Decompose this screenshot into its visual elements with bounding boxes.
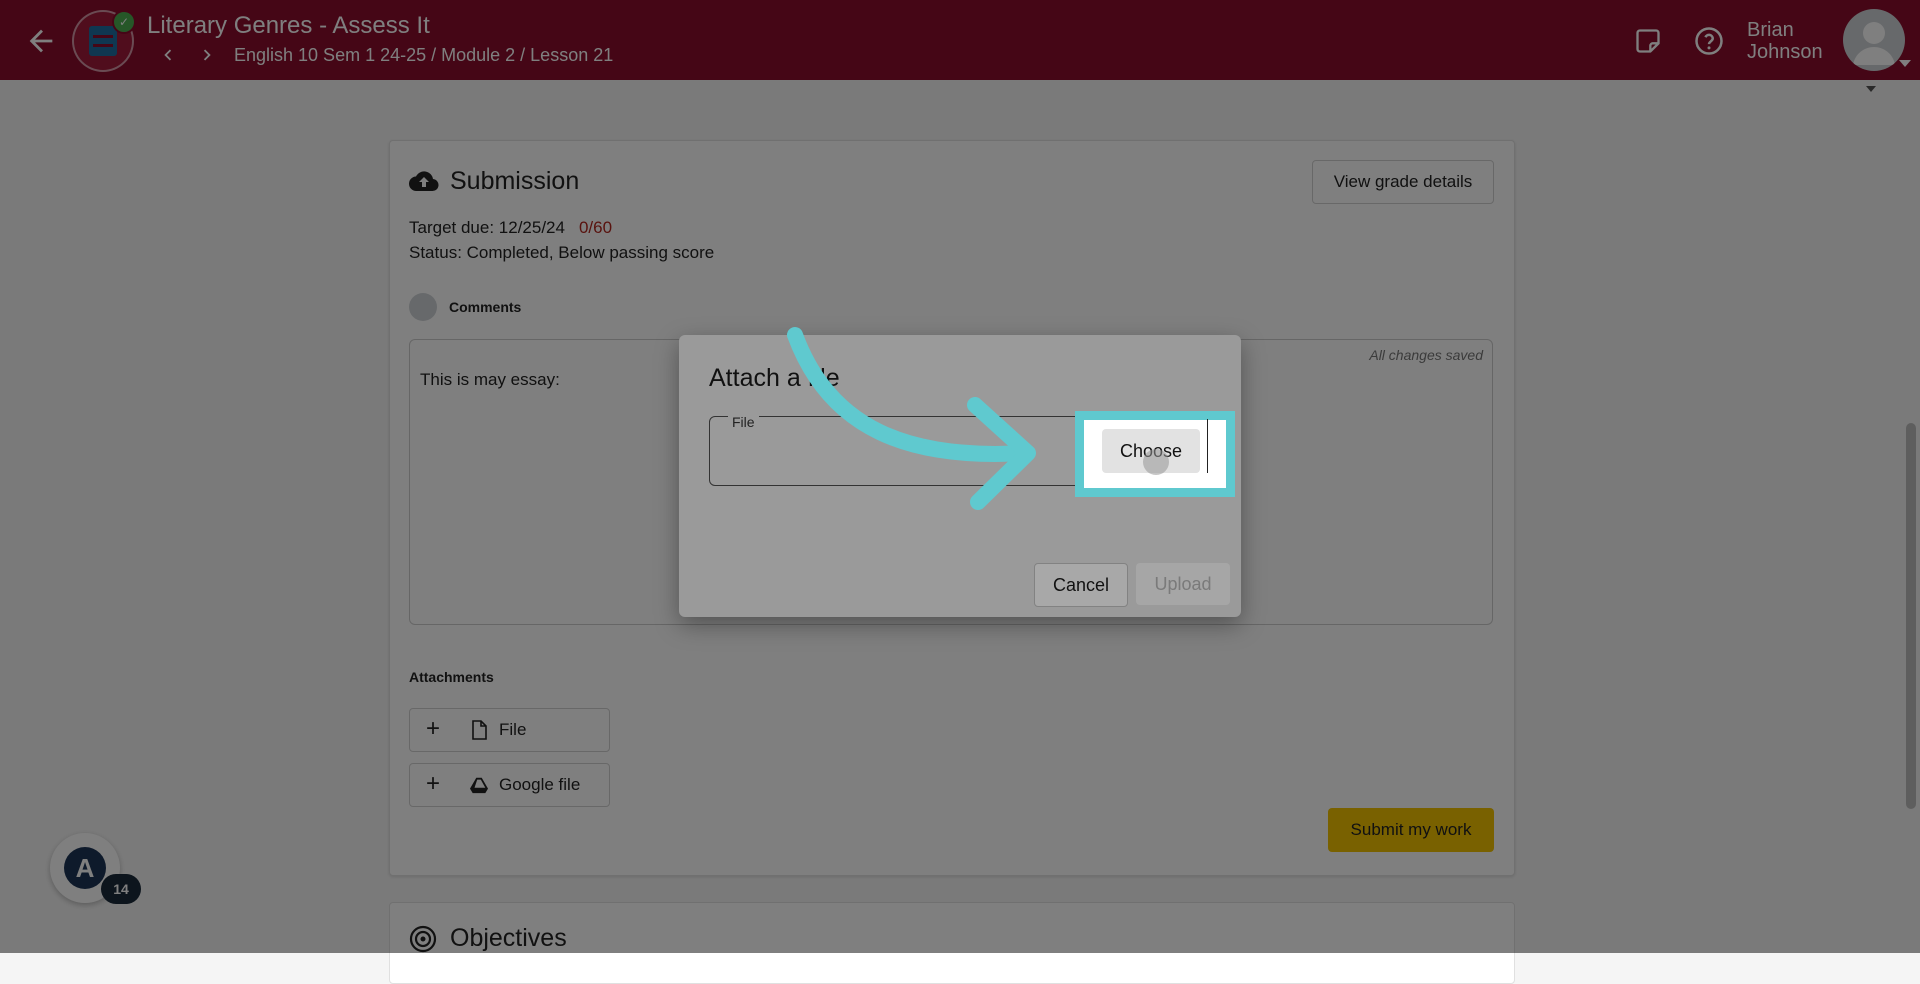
cursor-indicator: [1143, 449, 1169, 475]
upload-button[interactable]: Upload: [1136, 563, 1230, 605]
file-field-edge: [1207, 419, 1208, 473]
cancel-button[interactable]: Cancel: [1034, 563, 1128, 607]
choose-highlight: Choose: [1075, 411, 1235, 497]
dialog-title: Attach a file: [709, 364, 840, 392]
file-field-label: File: [728, 414, 759, 430]
